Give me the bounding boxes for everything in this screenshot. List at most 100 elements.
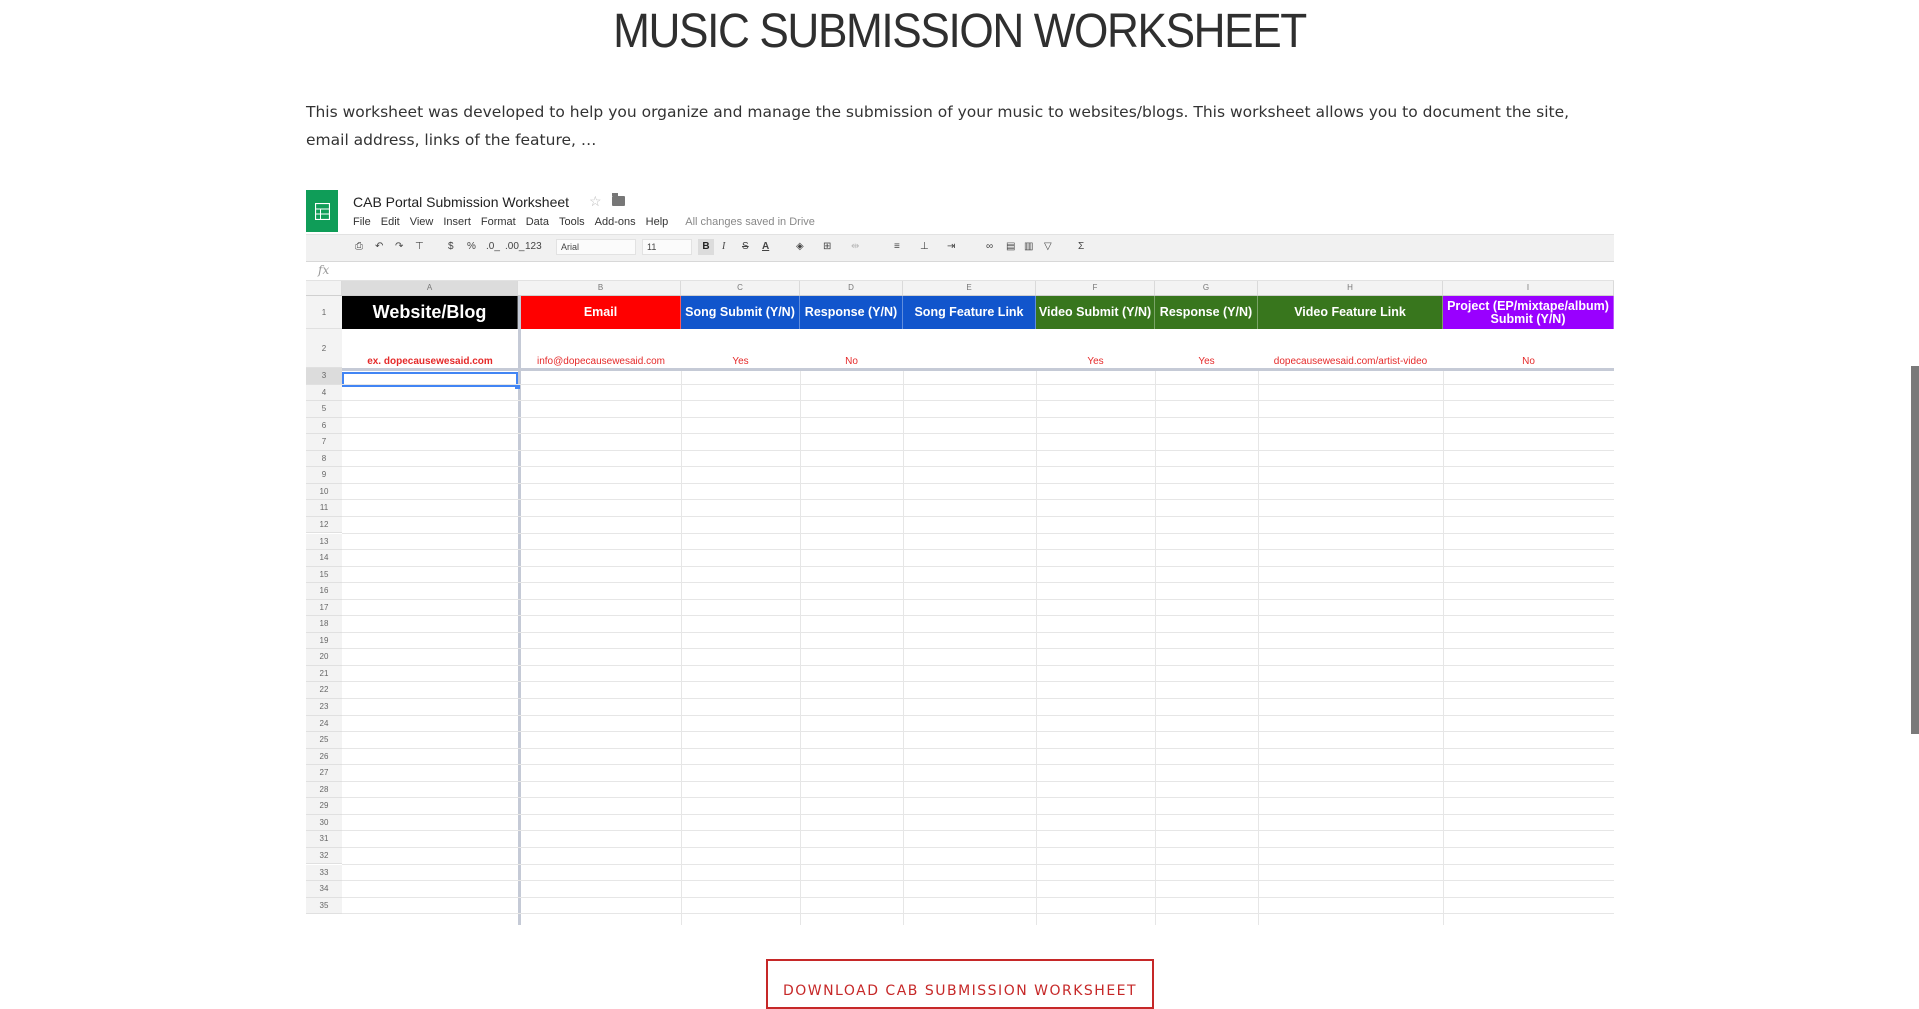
corner-cell[interactable] [306,281,342,295]
bold-button[interactable]: B [698,239,714,255]
row-number[interactable]: 13 [306,533,342,551]
menu-file[interactable]: File [353,216,371,228]
percent-button[interactable]: % [467,240,476,254]
header-email[interactable]: Email [521,296,681,329]
folder-icon[interactable] [612,193,625,206]
example-cell-email[interactable]: info@dopecausewesaid.com [521,356,681,367]
row-number[interactable]: 12 [306,516,342,534]
row-number[interactable]: 22 [306,682,342,699]
row-number[interactable]: 1 [306,296,342,329]
column-header-b[interactable]: B [521,281,681,295]
print-icon[interactable]: ⎙ [355,240,363,254]
example-cell-video-submit[interactable]: Yes [1036,356,1155,367]
frozen-row-divider[interactable] [342,368,1614,371]
header-video-submit[interactable]: Video Submit (Y/N) [1036,296,1155,329]
font-size-select[interactable]: 11 [642,239,692,255]
row-number[interactable]: 5 [306,401,342,418]
row-number[interactable]: 33 [306,864,342,882]
menu-insert[interactable]: Insert [443,216,471,228]
row-number[interactable]: 32 [306,847,342,865]
filter-icon[interactable]: ▽ [1044,240,1052,254]
header-website-blog[interactable]: Website/Blog [342,296,518,329]
row-number[interactable]: 24 [306,715,342,733]
row-number[interactable]: 35 [306,897,342,915]
row-number[interactable]: 17 [306,599,342,617]
row-number[interactable]: 21 [306,665,342,683]
row-number[interactable]: 20 [306,649,342,666]
column-header-h[interactable]: H [1258,281,1443,295]
header-video-feature-link[interactable]: Video Feature Link [1258,296,1443,329]
row-number[interactable]: 31 [306,831,342,848]
star-icon[interactable]: ☆ [589,193,602,210]
decrease-decimal-button[interactable]: .0_ [486,240,500,254]
fill-color-icon[interactable]: ◈ [796,240,804,254]
doc-title[interactable]: CAB Portal Submission Worksheet [353,194,569,210]
menu-view[interactable]: View [410,216,434,228]
menu-help[interactable]: Help [646,216,669,228]
menu-addons[interactable]: Add-ons [595,216,636,228]
header-song-response[interactable]: Response (Y/N) [800,296,903,329]
functions-button[interactable]: Σ [1078,240,1084,254]
row-number[interactable]: 28 [306,781,342,799]
row-number[interactable]: 3 [306,368,342,385]
redo-icon[interactable]: ↷ [395,240,403,254]
row-number[interactable]: 25 [306,732,342,749]
row-number[interactable]: 18 [306,616,342,633]
row-number[interactable]: 9 [306,467,342,484]
number-format-button[interactable]: 123 [525,240,542,254]
column-header-d[interactable]: D [800,281,903,295]
row-number[interactable]: 11 [306,500,342,517]
row-number[interactable]: 6 [306,417,342,435]
menu-tools[interactable]: Tools [559,216,585,228]
cell-grid[interactable]: Website/Blog Email Song Submit (Y/N) Res… [342,296,1614,925]
example-cell-website[interactable]: ex. dopecausewesaid.com [342,356,518,367]
row-number[interactable]: 27 [306,765,342,782]
text-color-button[interactable]: A [762,240,769,254]
undo-icon[interactable]: ↶ [375,240,383,254]
selected-cell[interactable] [342,372,520,389]
borders-icon[interactable]: ⊞ [823,240,831,254]
row-number[interactable]: 23 [306,699,342,716]
strikethrough-button[interactable]: S [742,240,749,254]
example-cell-video-feature-link[interactable]: dopecausewesaid.com/artist-video [1258,356,1443,367]
header-project-submit[interactable]: Project (EP/mixtape/album) Submit (Y/N) [1443,296,1614,329]
row-number[interactable]: 29 [306,798,342,815]
chart-icon[interactable]: ▥ [1024,240,1033,254]
align-horizontal-icon[interactable]: ≡ [894,240,900,254]
row-number[interactable]: 4 [306,384,342,402]
column-header-i[interactable]: I [1443,281,1614,295]
example-cell-song-submit[interactable]: Yes [681,356,800,367]
row-number[interactable]: 14 [306,550,342,567]
page-scrollbar-thumb[interactable] [1911,366,1919,734]
text-wrap-icon[interactable]: ⇥ [947,240,955,254]
menu-data[interactable]: Data [526,216,549,228]
header-song-submit[interactable]: Song Submit (Y/N) [681,296,800,329]
menu-format[interactable]: Format [481,216,516,228]
increase-decimal-button[interactable]: .00_ [505,240,524,254]
row-number[interactable]: 10 [306,483,342,501]
row-number[interactable]: 30 [306,814,342,832]
download-worksheet-button[interactable]: DOWNLOAD CAB SUBMISSION WORKSHEET [766,959,1154,1009]
header-song-feature-link[interactable]: Song Feature Link [903,296,1036,329]
row-number[interactable]: 34 [306,881,342,898]
row-number[interactable]: 26 [306,748,342,766]
paint-format-icon[interactable]: ⊤ [415,240,424,254]
column-header-c[interactable]: C [681,281,800,295]
column-header-e[interactable]: E [903,281,1036,295]
column-header-a[interactable]: A [342,281,518,295]
column-header-f[interactable]: F [1036,281,1155,295]
formula-bar[interactable]: fx [306,262,1614,281]
column-header-g[interactable]: G [1155,281,1258,295]
row-number[interactable]: 16 [306,583,342,600]
example-cell-song-response[interactable]: No [800,356,903,367]
link-icon[interactable]: ∞ [986,240,993,254]
font-select[interactable]: Arial [556,239,636,255]
header-video-response[interactable]: Response (Y/N) [1155,296,1258,329]
row-number[interactable]: 19 [306,632,342,650]
italic-button[interactable]: I [722,240,725,254]
align-vertical-icon[interactable]: ⊥ [920,240,929,254]
comment-icon[interactable]: ▤ [1006,240,1015,254]
example-cell-project-submit[interactable]: No [1443,356,1614,367]
menu-edit[interactable]: Edit [381,216,400,228]
row-number[interactable]: 8 [306,450,342,468]
